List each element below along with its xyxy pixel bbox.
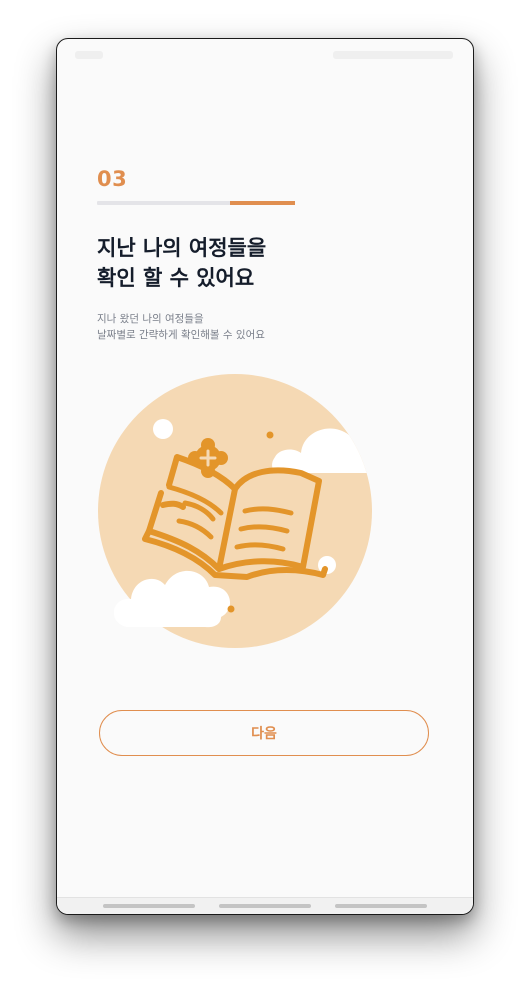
page-title: 지난 나의 여정들을 확인 할 수 있어요 bbox=[97, 233, 417, 293]
progress-bar bbox=[97, 201, 295, 205]
page-description-line-2: 날짜별로 간략하게 확인해볼 수 있어요 bbox=[97, 329, 265, 341]
system-navigation-bar bbox=[57, 897, 473, 914]
phone-screen: 03 지난 나의 여정들을 확인 할 수 있어요 지나 왔던 나의 여정들을 날… bbox=[56, 38, 474, 915]
page-title-line-2: 확인 할 수 있어요 bbox=[97, 266, 255, 290]
page-description-line-1: 지나 왔던 나의 여정들을 bbox=[97, 313, 204, 325]
progress-bar-fill bbox=[229, 201, 295, 205]
recents-nav-button[interactable] bbox=[335, 904, 427, 908]
page-description: 지나 왔던 나의 여정들을 날짜별로 간략하게 확인해볼 수 있어요 bbox=[97, 311, 417, 343]
sparkle-dot-icon bbox=[227, 605, 235, 613]
status-time bbox=[75, 51, 103, 59]
sparkle-dot-icon bbox=[266, 431, 274, 439]
next-button[interactable]: 다음 bbox=[99, 710, 429, 756]
back-nav-button[interactable] bbox=[103, 904, 195, 908]
step-number: 03 bbox=[97, 167, 128, 191]
journey-illustration bbox=[98, 374, 372, 648]
page-title-line-1: 지난 나의 여정들을 bbox=[97, 236, 267, 260]
home-nav-button[interactable] bbox=[219, 904, 311, 908]
bubble-dot-icon bbox=[153, 419, 173, 439]
status-bar bbox=[57, 39, 473, 75]
status-icons bbox=[333, 51, 453, 59]
